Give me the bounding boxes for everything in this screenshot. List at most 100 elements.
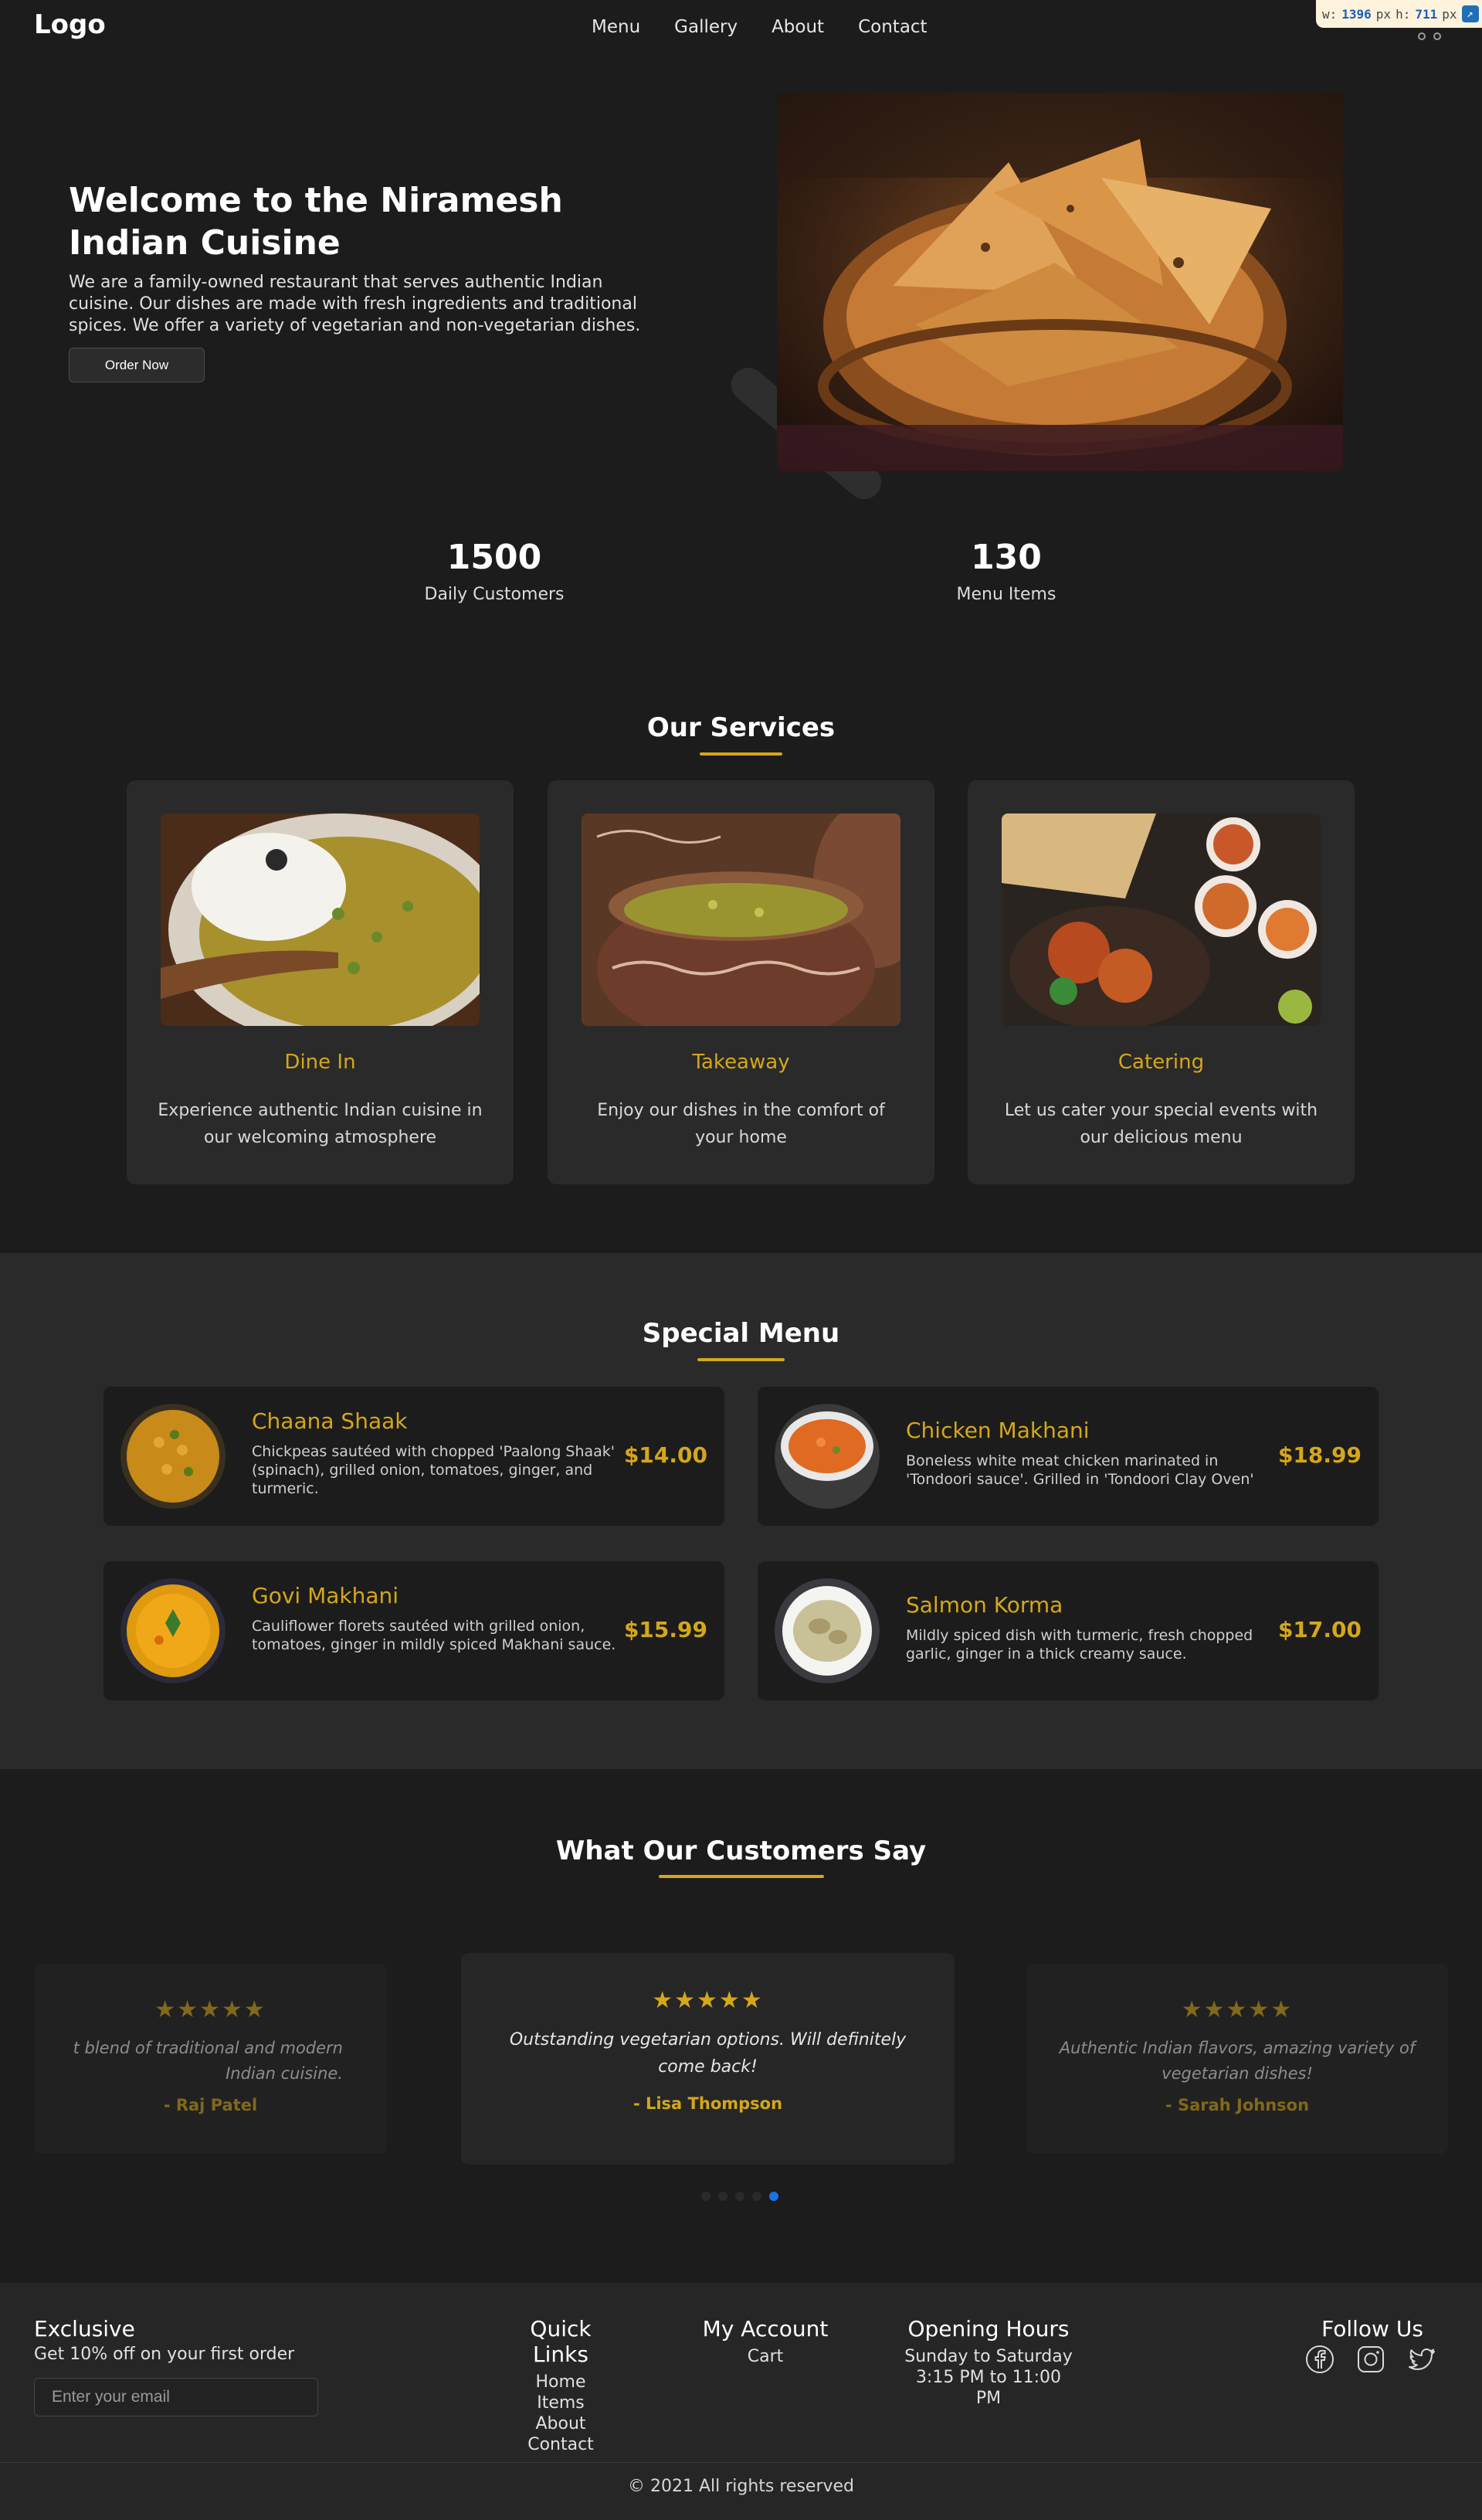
- testimonial-author: - Lisa Thompson: [632, 2094, 783, 2113]
- chaana-shaak-image: [120, 1404, 226, 1509]
- carousel-dot-active[interactable]: [769, 2192, 778, 2201]
- hero-naan-basket-image: [777, 93, 1343, 471]
- opening-days: Sunday to Saturday: [904, 2347, 1073, 2366]
- footer-divider: [0, 2462, 1482, 2463]
- menu-item-price: $18.99: [1277, 1442, 1362, 1468]
- salmon-korma-image: [775, 1578, 880, 1683]
- twitter-icon[interactable]: [1406, 2344, 1437, 2375]
- stat-menu-items: 130 Menu Items: [929, 538, 1084, 604]
- title-underline: [700, 752, 782, 756]
- carousel-dot[interactable]: [718, 2192, 727, 2201]
- service-description: Enjoy our dishes in the comfort of your …: [597, 1101, 885, 1147]
- menu-item-card[interactable]: Chicken Makhani Boneless white meat chic…: [758, 1387, 1379, 1526]
- testimonials-title: What Our Customers Say: [555, 1836, 927, 1866]
- service-description: Let us cater your special events with ou…: [1004, 1101, 1318, 1147]
- instagram-icon[interactable]: [1355, 2344, 1386, 2375]
- menu-item-name: Govi Makhani: [252, 1583, 399, 1608]
- service-title: Takeaway: [692, 1051, 790, 1074]
- width-value: 1396: [1341, 6, 1372, 22]
- height-unit: px: [1442, 6, 1457, 22]
- email-input[interactable]: [34, 2378, 318, 2416]
- rating-stars: ★★★★★: [154, 1996, 266, 2023]
- extension-icon[interactable]: ↗: [1461, 5, 1479, 22]
- carousel-dot[interactable]: [735, 2192, 744, 2201]
- service-title: Catering: [1117, 1051, 1205, 1074]
- my-account-title: My Account: [702, 2316, 829, 2342]
- menu-item-description: Cauliflower florets sautéed with grilled…: [252, 1618, 616, 1653]
- nav-about[interactable]: About: [772, 17, 824, 37]
- menu-item-name: Chaana Shaak: [252, 1408, 408, 1434]
- stat-daily-customers: 1500 Daily Customers: [417, 538, 571, 604]
- opening-hours-title: Opening Hours: [907, 2316, 1070, 2342]
- footer-link-contact[interactable]: Contact: [503, 2434, 619, 2455]
- title-underline: [697, 1358, 785, 1361]
- footer-link-home[interactable]: Home: [503, 2372, 619, 2393]
- follow-us-title: Follow Us: [1321, 2316, 1423, 2342]
- height-label: h:: [1396, 6, 1411, 22]
- testimonial-text: Authentic Indian flavors, amazing variet…: [1059, 2039, 1416, 2083]
- copyright: © 2021 All rights reserved: [627, 2477, 855, 2496]
- exclusive-text: Get 10% off on your first order: [34, 2345, 295, 2364]
- testimonial-author: - Sarah Johnson: [1165, 2096, 1310, 2114]
- nav-gallery[interactable]: Gallery: [674, 17, 738, 37]
- exclusive-title: Exclusive: [34, 2316, 135, 2342]
- menu-item-description: Mildly spiced dish with turmeric, fresh …: [906, 1627, 1253, 1662]
- logo[interactable]: Logo: [34, 9, 106, 40]
- testimonial-card-active: ★★★★★ Outstanding vegetarian options. Wi…: [461, 1953, 955, 2165]
- viewport-size-badge: w: 1396 px h: 711 px ↗: [1316, 0, 1482, 28]
- footer-link-cart[interactable]: Cart: [700, 2346, 831, 2367]
- stat-label: Daily Customers: [424, 585, 565, 604]
- quick-links-title: Quick Links: [530, 2316, 592, 2367]
- my-account-column: My Account Cart: [700, 2316, 831, 2367]
- menu-item-card[interactable]: Chaana Shaak Chickpeas sautéed with chop…: [103, 1387, 724, 1526]
- stat-value: 130: [971, 538, 1042, 577]
- quick-links-column: Quick Links Home Items About Contact: [503, 2316, 619, 2455]
- stat-value: 1500: [446, 538, 542, 577]
- special-menu-title: Special Menu: [642, 1318, 840, 1349]
- service-card-takeaway[interactable]: Takeaway Enjoy our dishes in the comfort…: [548, 780, 934, 1184]
- width-unit: px: [1375, 6, 1392, 22]
- chicken-makhani-image: [775, 1404, 880, 1509]
- small-circle-icon: [1433, 32, 1441, 40]
- testimonial-card: ★★★★★ t blend of traditional and modern …: [34, 1964, 387, 2154]
- carousel-dot[interactable]: [752, 2192, 761, 2201]
- footer-link-about[interactable]: About: [503, 2413, 619, 2434]
- testimonial-card: ★★★★★ Authentic Indian flavors, amazing …: [1026, 1964, 1448, 2154]
- menu-item-name: Salmon Korma: [906, 1592, 1063, 1618]
- service-title: Dine In: [284, 1051, 356, 1074]
- facebook-icon[interactable]: [1304, 2344, 1335, 2375]
- menu-item-price: $14.00: [623, 1442, 707, 1468]
- opening-time: 3:15 PM to 11:00 PM: [915, 2368, 1062, 2408]
- service-description: Experience authentic Indian cuisine in o…: [158, 1101, 483, 1147]
- hero-title: Welcome to the Niramesh Indian Cuisine: [69, 181, 563, 263]
- carousel-dot[interactable]: [701, 2192, 710, 2201]
- service-card-catering[interactable]: Catering Let us cater your special event…: [968, 780, 1355, 1184]
- testimonial-text: Outstanding vegetarian options. Will def…: [509, 2030, 907, 2077]
- govi-makhani-image: [120, 1578, 226, 1683]
- services-title: Our Services: [646, 712, 836, 743]
- rating-stars: ★★★★★: [652, 1987, 764, 2014]
- hero-description: We are a family-owned restaurant that se…: [69, 273, 641, 335]
- order-now-button[interactable]: Order Now: [69, 348, 205, 382]
- main-nav: Menu Gallery About Contact: [592, 17, 928, 37]
- rating-stars: ★★★★★: [1181, 1996, 1294, 2023]
- testimonial-author: - Raj Patel: [163, 2096, 258, 2114]
- footer-link-items[interactable]: Items: [503, 2393, 619, 2413]
- small-circle-icon: [1418, 32, 1426, 40]
- social-links: [1304, 2344, 1437, 2375]
- opening-hours-column: Opening Hours Sunday to Saturday 3:15 PM…: [904, 2316, 1073, 2409]
- menu-item-description: Boneless white meat chicken marinated in…: [906, 1452, 1254, 1488]
- nav-menu[interactable]: Menu: [592, 17, 640, 37]
- menu-item-card[interactable]: Salmon Korma Mildly spiced dish with tur…: [758, 1561, 1379, 1700]
- menu-item-price: $17.00: [1277, 1617, 1362, 1642]
- catering-image: [1002, 813, 1321, 1026]
- service-card-dine-in[interactable]: Dine In Experience authentic Indian cuis…: [127, 780, 514, 1184]
- menu-item-name: Chicken Makhani: [906, 1418, 1090, 1443]
- menu-item-card[interactable]: Govi Makhani Cauliflower florets sautéed…: [103, 1561, 724, 1700]
- testimonial-text: t blend of traditional and modern Indian…: [73, 2039, 343, 2083]
- title-underline: [659, 1875, 824, 1878]
- carousel-dots: [701, 2192, 778, 2201]
- nav-contact[interactable]: Contact: [858, 17, 927, 37]
- width-label: w:: [1322, 6, 1338, 22]
- dine-in-image: [161, 813, 480, 1026]
